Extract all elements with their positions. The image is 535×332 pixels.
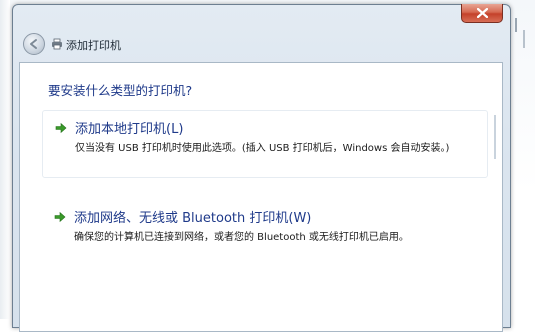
scroll-indicator [494, 115, 496, 159]
close-icon [477, 8, 488, 18]
add-network-printer-description: 确保您的计算机已连接到网络，或者您的 Bluetooth 或无线打印机已启用。 [74, 232, 409, 243]
printer-icon [52, 38, 62, 50]
green-arrow-icon [55, 122, 67, 134]
window-title: 添加打印机 [66, 39, 121, 52]
background-mark [515, 18, 517, 32]
back-arrow-icon [30, 39, 37, 49]
add-local-printer-description: 仅当没有 USB 打印机时使用此选项。(插入 USB 打印机后，Windows … [75, 143, 450, 154]
add-local-printer-title[interactable]: 添加本地打印机(L) [75, 118, 183, 137]
back-button[interactable] [23, 33, 45, 55]
background-mark [523, 30, 525, 48]
title-bar: 添加打印机 [13, 4, 510, 67]
background-edge [0, 0, 10, 319]
add-network-printer-option[interactable]: 添加网络、无线或 Bluetooth 打印机(W) 确保您的计算机已连接到网络，… [42, 200, 488, 250]
add-network-printer-title[interactable]: 添加网络、无线或 Bluetooth 打印机(W) [74, 207, 311, 226]
close-button[interactable] [461, 4, 503, 23]
green-arrow-icon [54, 211, 66, 223]
wizard-content: 要安装什么类型的打印机? 添加本地打印机(L) 仅当没有 USB 打印机时使用此… [19, 62, 503, 332]
add-printer-window: 添加打印机 要安装什么类型的打印机? 添加本地打印机(L) 仅当没有 USB 打… [12, 4, 511, 332]
add-local-printer-option[interactable]: 添加本地打印机(L) 仅当没有 USB 打印机时使用此选项。(插入 USB 打印… [42, 110, 488, 178]
page-heading: 要安装什么类型的打印机? [48, 83, 193, 98]
